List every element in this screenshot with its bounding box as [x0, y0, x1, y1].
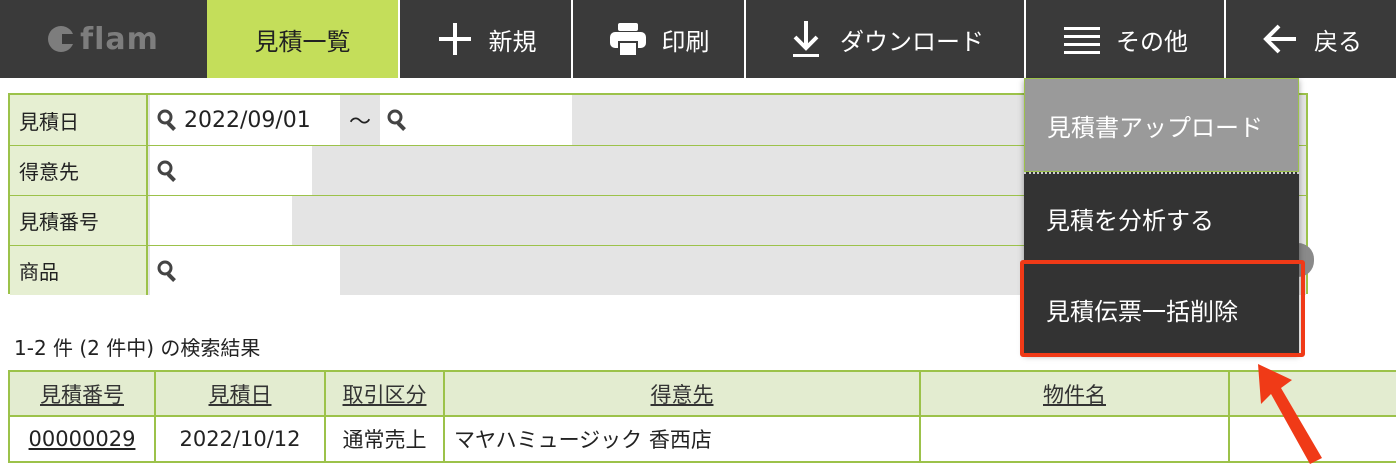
search-icon [157, 260, 176, 282]
annotation-arrow-icon [1258, 364, 1322, 464]
other-menu-button[interactable]: その他 [1024, 0, 1224, 78]
estimate-date-to-field[interactable] [380, 95, 572, 145]
customer-label: 得意先 [10, 146, 148, 195]
download-icon [786, 19, 826, 59]
tab-estimate-list[interactable]: 見積一覧 [207, 0, 398, 78]
tab-estimate-list-label: 見積一覧 [254, 27, 351, 56]
other-menu-button-label: その他 [1116, 27, 1188, 56]
table-row[interactable]: 00000029 2022/10/12 通常売上 マヤハミュージック 香西店 [8, 417, 1396, 463]
product-field[interactable] [150, 246, 340, 295]
column-header-estimate-date[interactable]: 見積日 [156, 372, 326, 415]
back-button[interactable]: 戻る [1224, 0, 1396, 78]
print-button[interactable]: 印刷 [571, 0, 744, 78]
logo-text: flam [80, 21, 159, 57]
column-header-customer[interactable]: 得意先 [445, 372, 921, 415]
column-header-transaction-type[interactable]: 取引区分 [326, 372, 445, 415]
cell-transaction-type: 通常売上 [326, 417, 445, 461]
cell-estimate-date: 2022/10/12 [156, 417, 326, 461]
highlight-box [1020, 260, 1305, 357]
top-nav: flam 見積一覧 新規 印刷 ダウンロード その他 戻る [0, 0, 1396, 78]
column-header-project-name[interactable]: 物件名 [921, 372, 1230, 415]
search-icon [157, 160, 176, 182]
cell-estimate-number[interactable]: 00000029 [8, 417, 156, 461]
column-header-estimate-number[interactable]: 見積番号 [8, 372, 156, 415]
product-label: 商品 [10, 246, 148, 295]
back-button-label: 戻る [1314, 27, 1362, 56]
estimate-date-from-field[interactable]: 2022/09/01 [150, 95, 340, 145]
download-button-label: ダウンロード [840, 27, 984, 56]
menu-icon [1062, 19, 1102, 59]
cell-customer: マヤハミュージック 香西店 [445, 417, 921, 461]
table-header: 見積番号 見積日 取引区分 得意先 物件名 [8, 370, 1396, 417]
estimate-date-from-value: 2022/09/01 [184, 107, 311, 133]
plus-icon [435, 19, 475, 59]
menu-item-analyze-estimate[interactable]: 見積を分析する [1024, 172, 1299, 262]
result-summary: 1-2 件 (2 件中) の検索結果 [14, 336, 261, 360]
printer-icon [608, 19, 648, 59]
print-button-label: 印刷 [661, 27, 710, 56]
menu-item-upload-estimate[interactable]: 見積書アップロード [1024, 78, 1299, 172]
date-separator: 〜 [340, 95, 380, 145]
customer-field[interactable] [150, 146, 312, 195]
cell-project-name [921, 417, 1230, 461]
logo[interactable]: flam [0, 0, 207, 78]
new-button-label: 新規 [488, 27, 537, 56]
download-button[interactable]: ダウンロード [744, 0, 1024, 78]
estimate-number-label: 見積番号 [10, 196, 148, 245]
new-button[interactable]: 新規 [398, 0, 571, 78]
search-icon [387, 109, 406, 131]
logo-icon [48, 26, 77, 52]
back-arrow-icon [1260, 19, 1300, 59]
estimate-date-label: 見積日 [10, 95, 148, 145]
estimate-number-field[interactable] [150, 196, 292, 245]
search-icon [157, 109, 176, 131]
